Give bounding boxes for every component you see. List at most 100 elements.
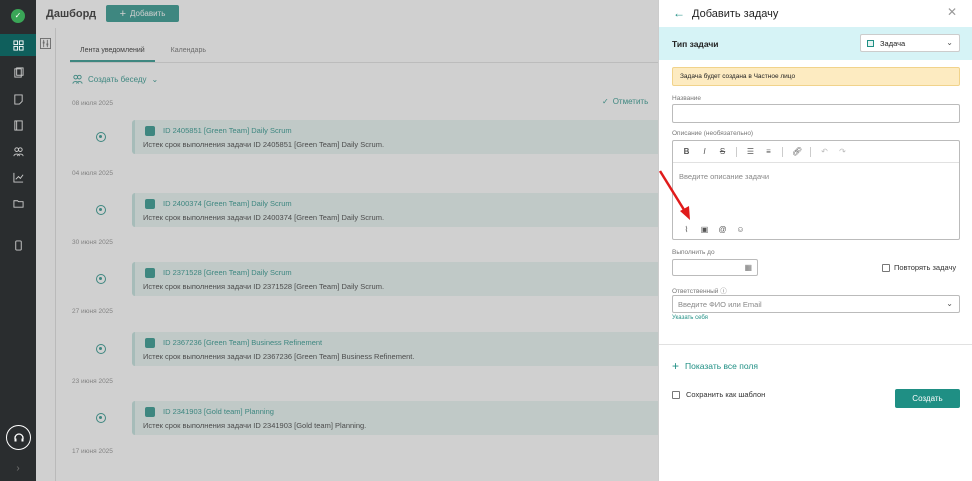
strikethrough-button[interactable]: S <box>718 147 727 156</box>
editor-toolbar: B I S ☰ ≡ 🔗︎ ↶ ↷ <box>673 141 959 163</box>
task-type-value: Задача <box>880 39 906 48</box>
chevron-down-icon: ⌄ <box>151 74 159 84</box>
task-icon <box>145 407 155 417</box>
notification-item[interactable]: ID 2371528 [Green Team] Daily Scrum Исте… <box>96 262 658 300</box>
add-button[interactable]: + Добавить <box>106 5 179 22</box>
assign-self-link[interactable]: Указать себя <box>672 315 708 321</box>
main-content: Дашборд + Добавить Лента уведомлений Кал… <box>36 0 658 481</box>
mention-at-icon[interactable]: @ <box>718 225 727 234</box>
link-icon[interactable]: 🔗︎ <box>792 147 802 156</box>
sidebar-item-reports[interactable] <box>0 166 36 188</box>
unread-radio-icon[interactable] <box>96 205 106 215</box>
sidebar-item-files[interactable] <box>0 192 36 214</box>
notification-card[interactable]: ID 2400374 [Green Team] Daily Scrum Исте… <box>132 193 658 227</box>
save-template-checkbox[interactable]: Сохранить как шаблон <box>672 390 765 399</box>
notification-text: Истек срок выполнения задачи ID 2367236 … <box>143 352 415 361</box>
logo-check-icon[interactable]: ✓ <box>11 9 25 23</box>
toolbar-divider <box>736 146 737 157</box>
sidebar-item-notes[interactable] <box>0 88 36 110</box>
panel-title: Добавить задачу <box>692 8 779 20</box>
notification-card[interactable]: ID 2341903 [Gold team] Planning Истек ср… <box>132 401 658 435</box>
task-type-select[interactable]: Задача ⌄ <box>860 34 960 52</box>
mark-read-button[interactable]: ✓ Отметить <box>602 97 648 106</box>
notification-item[interactable]: ID 2400374 [Green Team] Daily Scrum Исте… <box>96 193 658 231</box>
redo-icon[interactable]: ↷ <box>838 147 847 156</box>
notification-title[interactable]: ID 2341903 [Gold team] Planning <box>163 407 274 416</box>
create-conversation-button[interactable]: Создать беседу ⌄ <box>72 74 158 84</box>
unread-radio-icon[interactable] <box>96 274 106 284</box>
tab-calendar[interactable]: Календарь <box>171 40 206 62</box>
date-separator: 04 июля 2025 <box>72 170 113 177</box>
unread-radio-icon[interactable] <box>96 413 106 423</box>
notification-title[interactable]: ID 2400374 [Green Team] Daily Scrum <box>163 199 292 208</box>
show-all-fields-label: Показать все поля <box>685 361 758 371</box>
date-separator: 23 июня 2025 <box>72 378 113 385</box>
task-icon <box>145 199 155 209</box>
notification-item[interactable]: ID 2405851 [Green Team] Daily Scrum Исте… <box>96 120 658 158</box>
responsible-placeholder: Введите ФИО или Email <box>678 300 762 309</box>
description-editor[interactable]: B I S ☰ ≡ 🔗︎ ↶ ↷ Введите описание задачи… <box>672 140 960 240</box>
add-button-label: Добавить <box>130 9 166 18</box>
task-type-label: Тип задачи <box>672 39 719 49</box>
notification-item[interactable]: ID 2341903 [Gold team] Planning Истек ср… <box>96 401 658 439</box>
chevron-down-icon: ⌄ <box>946 38 953 47</box>
close-icon[interactable]: ✕ <box>947 5 957 19</box>
tabs-divider <box>70 62 658 63</box>
emoji-icon[interactable]: ☺ <box>736 225 745 234</box>
task-icon <box>145 338 155 348</box>
checkbox[interactable] <box>882 263 890 272</box>
add-task-panel: ← Добавить задачу ✕ Тип задачи Задача ⌄ … <box>658 0 972 481</box>
repeat-task-checkbox[interactable]: Повторять задачу <box>882 263 956 272</box>
editor-attachments: ⌇ ▣ @ ☺ <box>682 225 745 234</box>
support-headset-icon[interactable] <box>6 425 31 450</box>
notification-card[interactable]: ID 2405851 [Green Team] Daily Scrum Исте… <box>132 120 658 154</box>
toolbar-divider <box>782 146 783 157</box>
filter-strip <box>36 28 56 481</box>
sidebar-item-knowledge[interactable] <box>0 114 36 136</box>
people-icon <box>12 146 24 156</box>
filter-sliders-icon[interactable] <box>40 38 51 49</box>
sidebar-item-dashboard[interactable] <box>0 34 36 56</box>
date-separator: 27 июня 2025 <box>72 308 113 315</box>
numbered-list-icon[interactable]: ≡ <box>764 147 773 156</box>
notification-title[interactable]: ID 2367236 [Green Team] Business Refinem… <box>163 338 322 347</box>
show-all-fields-button[interactable]: + Показать все поля <box>672 359 758 373</box>
bullet-list-icon[interactable]: ☰ <box>746 147 755 156</box>
plus-icon: + <box>672 359 680 373</box>
notification-title[interactable]: ID 2405851 [Green Team] Daily Scrum <box>163 126 292 135</box>
repeat-task-label: Повторять задачу <box>894 263 957 272</box>
checklist-icon[interactable]: ▣ <box>700 225 709 234</box>
unread-radio-icon[interactable] <box>96 132 106 142</box>
sidebar-expand-chevron-icon[interactable]: › <box>0 455 36 481</box>
book-icon <box>13 119 23 131</box>
calendar-icon[interactable]: ▦ <box>744 263 752 272</box>
deadline-date-input[interactable]: ▦ <box>672 259 758 276</box>
sidebar-item-mobile[interactable] <box>0 234 36 256</box>
notification-item[interactable]: ID 2367236 [Green Team] Business Refinem… <box>96 332 658 370</box>
panel-header: ← Добавить задачу ✕ <box>659 0 972 26</box>
description-placeholder: Введите описание задачи <box>679 172 770 181</box>
undo-icon[interactable]: ↶ <box>820 147 829 156</box>
paperclip-icon[interactable]: ⌇ <box>682 225 691 234</box>
italic-button[interactable]: I <box>700 147 709 156</box>
sidebar-item-people[interactable] <box>0 140 36 162</box>
responsible-select[interactable]: Введите ФИО или Email ⌄ <box>672 295 960 313</box>
plus-icon: + <box>119 7 127 20</box>
tab-notifications[interactable]: Лента уведомлений <box>70 40 155 62</box>
notification-card[interactable]: ID 2371528 [Green Team] Daily Scrum Исте… <box>132 262 658 296</box>
notification-title[interactable]: ID 2371528 [Green Team] Daily Scrum <box>163 268 292 277</box>
note-icon <box>13 93 23 105</box>
back-arrow-icon[interactable]: ← <box>673 6 685 20</box>
checkbox[interactable] <box>672 390 680 399</box>
unread-radio-icon[interactable] <box>96 344 106 354</box>
date-separator: 08 июля 2025 <box>72 100 113 107</box>
create-button[interactable]: Создать <box>895 389 960 408</box>
sidebar-item-tasks[interactable] <box>0 61 36 83</box>
mark-read-label: Отметить <box>612 97 649 106</box>
bold-button[interactable]: B <box>682 147 691 156</box>
name-input[interactable] <box>672 104 960 123</box>
notification-card[interactable]: ID 2367236 [Green Team] Business Refinem… <box>132 332 658 366</box>
help-icon[interactable]: ⓘ <box>720 288 727 295</box>
notification-text: Истек срок выполнения задачи ID 2371528 … <box>143 282 385 291</box>
chevron-down-icon: ⌄ <box>946 299 953 308</box>
